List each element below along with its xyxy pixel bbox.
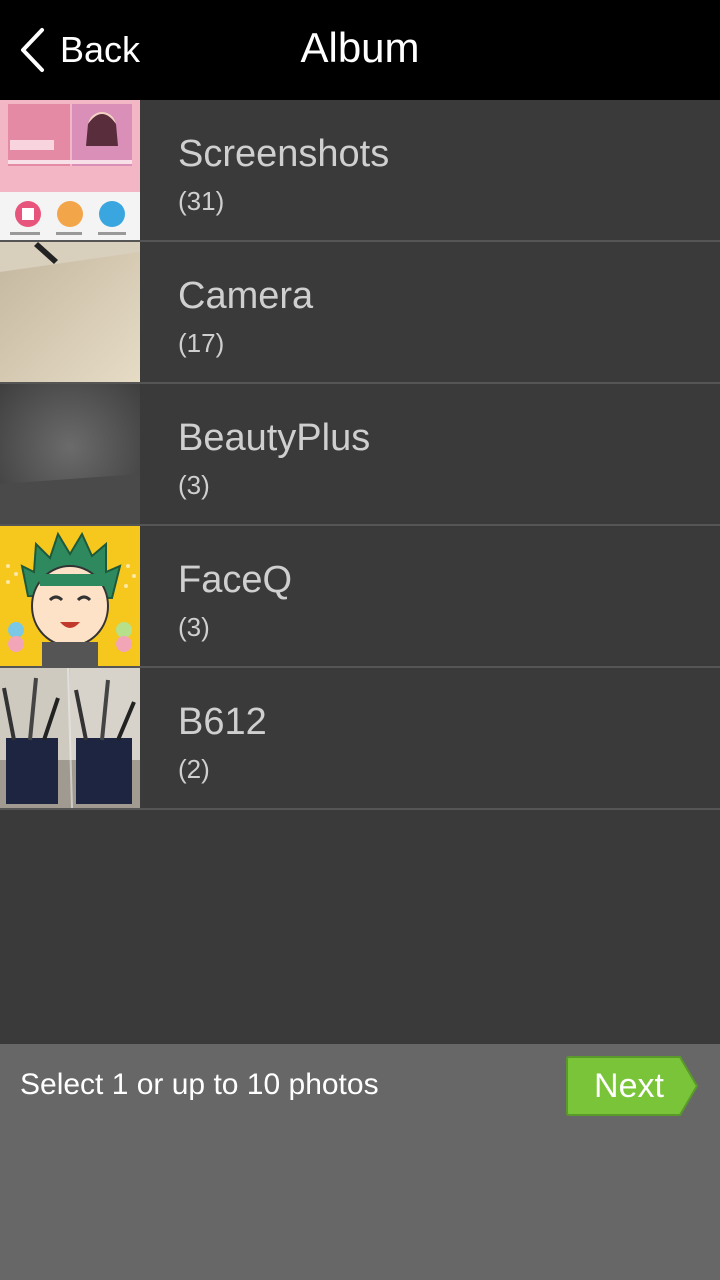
next-label: Next	[594, 1066, 664, 1105]
album-info: Camera (17)	[140, 242, 313, 382]
album-row-faceq[interactable]: FaceQ (3)	[0, 526, 720, 668]
album-row-camera[interactable]: Camera (17)	[0, 242, 720, 384]
album-row-screenshots[interactable]: Screenshots (31)	[0, 100, 720, 242]
next-button[interactable]: Next	[566, 1056, 698, 1116]
album-count: (2)	[178, 754, 210, 784]
album-count: (31)	[178, 186, 225, 216]
page-title: Album	[300, 24, 420, 71]
beautyplus-thumbnail	[0, 384, 140, 524]
faceq-cartoon-thumbnail	[0, 526, 140, 666]
album-info: FaceQ (3)	[140, 526, 292, 666]
album-count: (3)	[178, 470, 210, 500]
selection-footer: Select 1 or up to 10 photos Next	[0, 1044, 720, 1280]
selection-hint: Select 1 or up to 10 photos	[20, 1068, 379, 1101]
album-count: (3)	[178, 612, 210, 642]
album-name: BeautyPlus	[178, 417, 371, 459]
album-info: BeautyPlus (3)	[140, 384, 370, 524]
album-name: FaceQ	[178, 559, 293, 601]
camera-thumbnail	[0, 242, 140, 382]
album-info: Screenshots (31)	[140, 100, 389, 240]
album-name: B612	[178, 701, 267, 743]
album-row-b612[interactable]: B612 (2)	[0, 668, 720, 810]
b612-desk-thumbnail	[0, 668, 140, 808]
screenshot-thumbnail	[0, 100, 140, 240]
album-list: Screenshots (31) Camera (17) BeautyPlus …	[0, 100, 720, 810]
album-count: (17)	[178, 328, 225, 358]
album-name: Camera	[178, 275, 314, 317]
album-info: B612 (2)	[140, 668, 267, 808]
album-name: Screenshots	[178, 133, 390, 175]
album-row-beautyplus[interactable]: BeautyPlus (3)	[0, 384, 720, 526]
navigation-bar: Back Album	[0, 0, 720, 100]
